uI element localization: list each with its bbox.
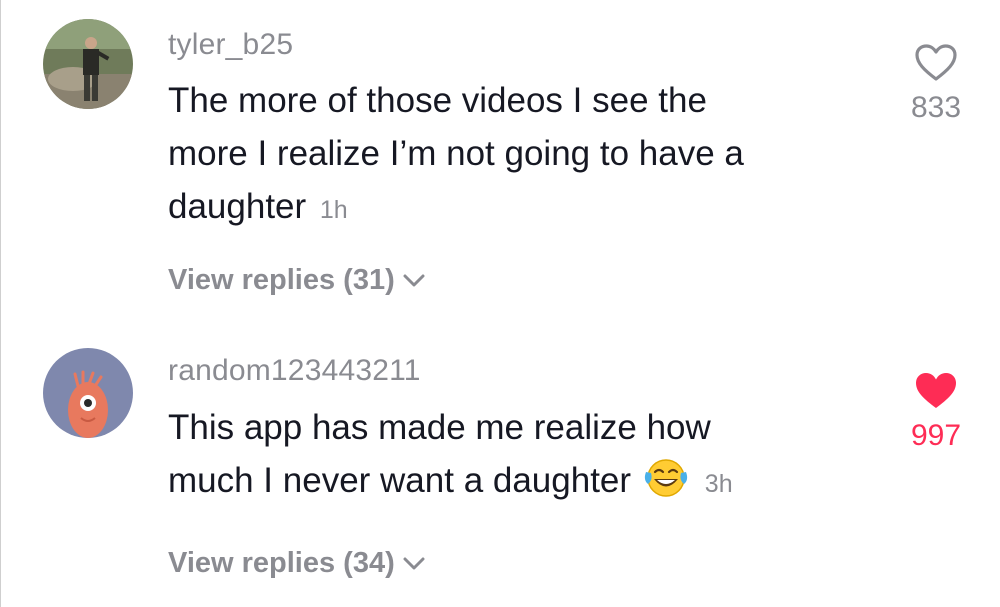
- comment-line-last: much I never want a daughter 3h: [168, 454, 868, 513]
- like-count: 997: [910, 419, 962, 452]
- avatar[interactable]: [43, 19, 133, 109]
- comment-text: The more of those videos I see the more …: [168, 74, 868, 237]
- comment-line: daughter: [168, 187, 307, 226]
- comment-line: much I never want a daughter: [168, 461, 632, 500]
- avatar-default-creature: [43, 348, 133, 438]
- chevron-down-icon: [403, 274, 425, 286]
- comment-username[interactable]: random123443211: [168, 354, 421, 388]
- like-button[interactable]: 997: [896, 372, 976, 453]
- comment-line-last: daughter 1h: [168, 180, 868, 237]
- comment-line: more I realize I’m not going to have a: [168, 134, 744, 173]
- view-replies-button[interactable]: View replies (31): [168, 264, 425, 297]
- avatar[interactable]: [43, 348, 133, 438]
- view-replies-button[interactable]: View replies (34): [168, 547, 425, 580]
- view-replies-label: View replies (34): [168, 547, 395, 579]
- like-count: 833: [910, 91, 962, 124]
- comment-line: This app has made me realize how: [168, 408, 711, 447]
- heart-filled-icon: [916, 373, 956, 408]
- comment-time: 1h: [319, 196, 348, 224]
- comment-username[interactable]: tyler_b25: [168, 28, 293, 62]
- heart-outline-icon: [915, 44, 957, 81]
- avatar-photo-tyler: [43, 19, 133, 109]
- comment-line: The more of those videos I see the: [168, 81, 707, 120]
- comment-time: 3h: [704, 470, 733, 498]
- face-with-tears-of-joy-icon: [643, 458, 689, 513]
- chevron-down-icon: [403, 557, 425, 569]
- comment-text: This app has made me realize how much I …: [168, 401, 868, 513]
- like-button[interactable]: 833: [896, 44, 976, 125]
- frame-edge: [0, 0, 1, 607]
- view-replies-label: View replies (31): [168, 264, 395, 296]
